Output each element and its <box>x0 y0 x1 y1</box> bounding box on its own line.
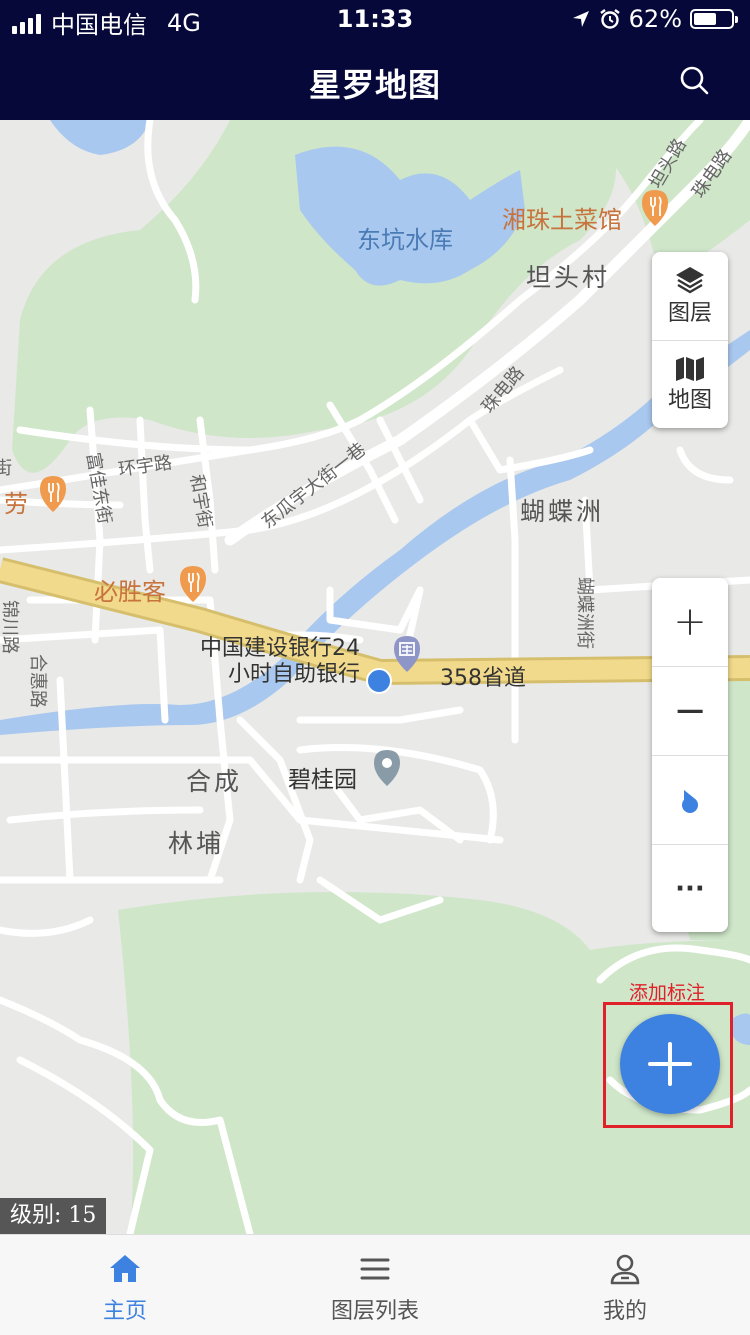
road-label-butterfly: 蝴蝶洲街 <box>574 577 595 649</box>
poi-label-bishengke[interactable]: 必胜客 <box>94 572 166 607</box>
nav-bar: 星罗地图 <box>0 40 750 120</box>
search-icon[interactable] <box>678 64 710 96</box>
road-label-hehui: 合惠路 <box>27 654 48 708</box>
place-label-butterfly: 蝴蝶洲 <box>520 497 605 526</box>
alarm-icon <box>599 9 620 29</box>
tab-label-home: 主页 <box>102 1299 147 1324</box>
map-canvas[interactable]: 东坑水库 湘珠土菜馆 坦头村 坦头路 珠电路 珠电路 蝴蝶洲 蝴蝶洲街 环宇路 … <box>0 120 750 1234</box>
tab-bar: 主页 图层列表 我的 <box>0 1234 750 1335</box>
place-label-tantou: 坦头村 <box>526 263 611 292</box>
reservoir-label: 东坑水库 <box>357 226 453 254</box>
map-type-button[interactable]: 地图 <box>652 341 728 429</box>
poi-label-biguiyuan[interactable]: 碧桂园 <box>288 760 357 794</box>
plus-icon <box>648 1042 692 1086</box>
battery-percent: 62% <box>628 5 682 33</box>
road-label-358: 358省道 <box>440 666 526 691</box>
location-arrow-icon <box>572 11 589 27</box>
restaurant-pin-icon[interactable] <box>38 474 68 514</box>
place-label-linbu: 林埔 <box>168 829 225 858</box>
zoom-level-badge: 级别: 15 <box>0 1198 107 1234</box>
place-pin-icon[interactable] <box>372 748 402 788</box>
map-icon <box>676 357 704 381</box>
tab-home[interactable]: 主页 <box>0 1235 250 1335</box>
restaurant-pin-icon[interactable] <box>178 564 208 604</box>
layers-label: 图层 <box>667 301 712 326</box>
minus-icon: − <box>673 688 707 734</box>
bank-pin-icon[interactable] <box>392 634 422 674</box>
map-label: 地图 <box>667 388 712 413</box>
user-location-dot <box>366 668 392 694</box>
place-label-hecheng: 合成 <box>186 767 243 796</box>
layers-button[interactable]: 图层 <box>652 252 728 341</box>
add-annotation-button[interactable] <box>620 1014 720 1114</box>
tab-label-layer-list: 图层列表 <box>330 1299 419 1324</box>
status-bar: 中国电信 4G 11:33 62% <box>0 0 750 40</box>
road-label-jinchuan: 锦川路 <box>0 600 20 654</box>
list-icon <box>360 1258 390 1280</box>
layers-icon <box>676 267 704 294</box>
layer-control-panel: 图层 地图 <box>652 252 728 428</box>
zoom-out-button[interactable]: − <box>652 667 728 756</box>
zoom-in-button[interactable]: + <box>652 578 728 667</box>
more-icon: ··· <box>675 874 705 904</box>
zoom-control-panel: + − ··· <box>652 578 728 932</box>
tab-mine[interactable]: 我的 <box>500 1235 750 1335</box>
add-annotation-label: 添加标注 <box>629 982 706 1004</box>
road-label-jie: 街 <box>0 458 12 479</box>
locate-button[interactable] <box>652 756 728 845</box>
battery-icon <box>690 9 738 29</box>
user-icon <box>610 1254 640 1285</box>
plus-icon: + <box>673 599 707 645</box>
page-title: 星罗地图 <box>308 66 441 104</box>
locate-icon <box>682 790 698 813</box>
poi-label-xiangzhu[interactable]: 湘珠土菜馆 <box>502 200 622 235</box>
home-icon <box>110 1255 140 1282</box>
poi-label-lao[interactable]: 劳 <box>4 484 28 519</box>
restaurant-pin-icon[interactable] <box>640 188 670 228</box>
more-button[interactable]: ··· <box>652 845 728 933</box>
poi-label-bank-line2[interactable]: 小时自助银行 <box>228 656 360 688</box>
tab-layer-list[interactable]: 图层列表 <box>250 1235 500 1335</box>
tab-label-mine: 我的 <box>602 1299 647 1324</box>
